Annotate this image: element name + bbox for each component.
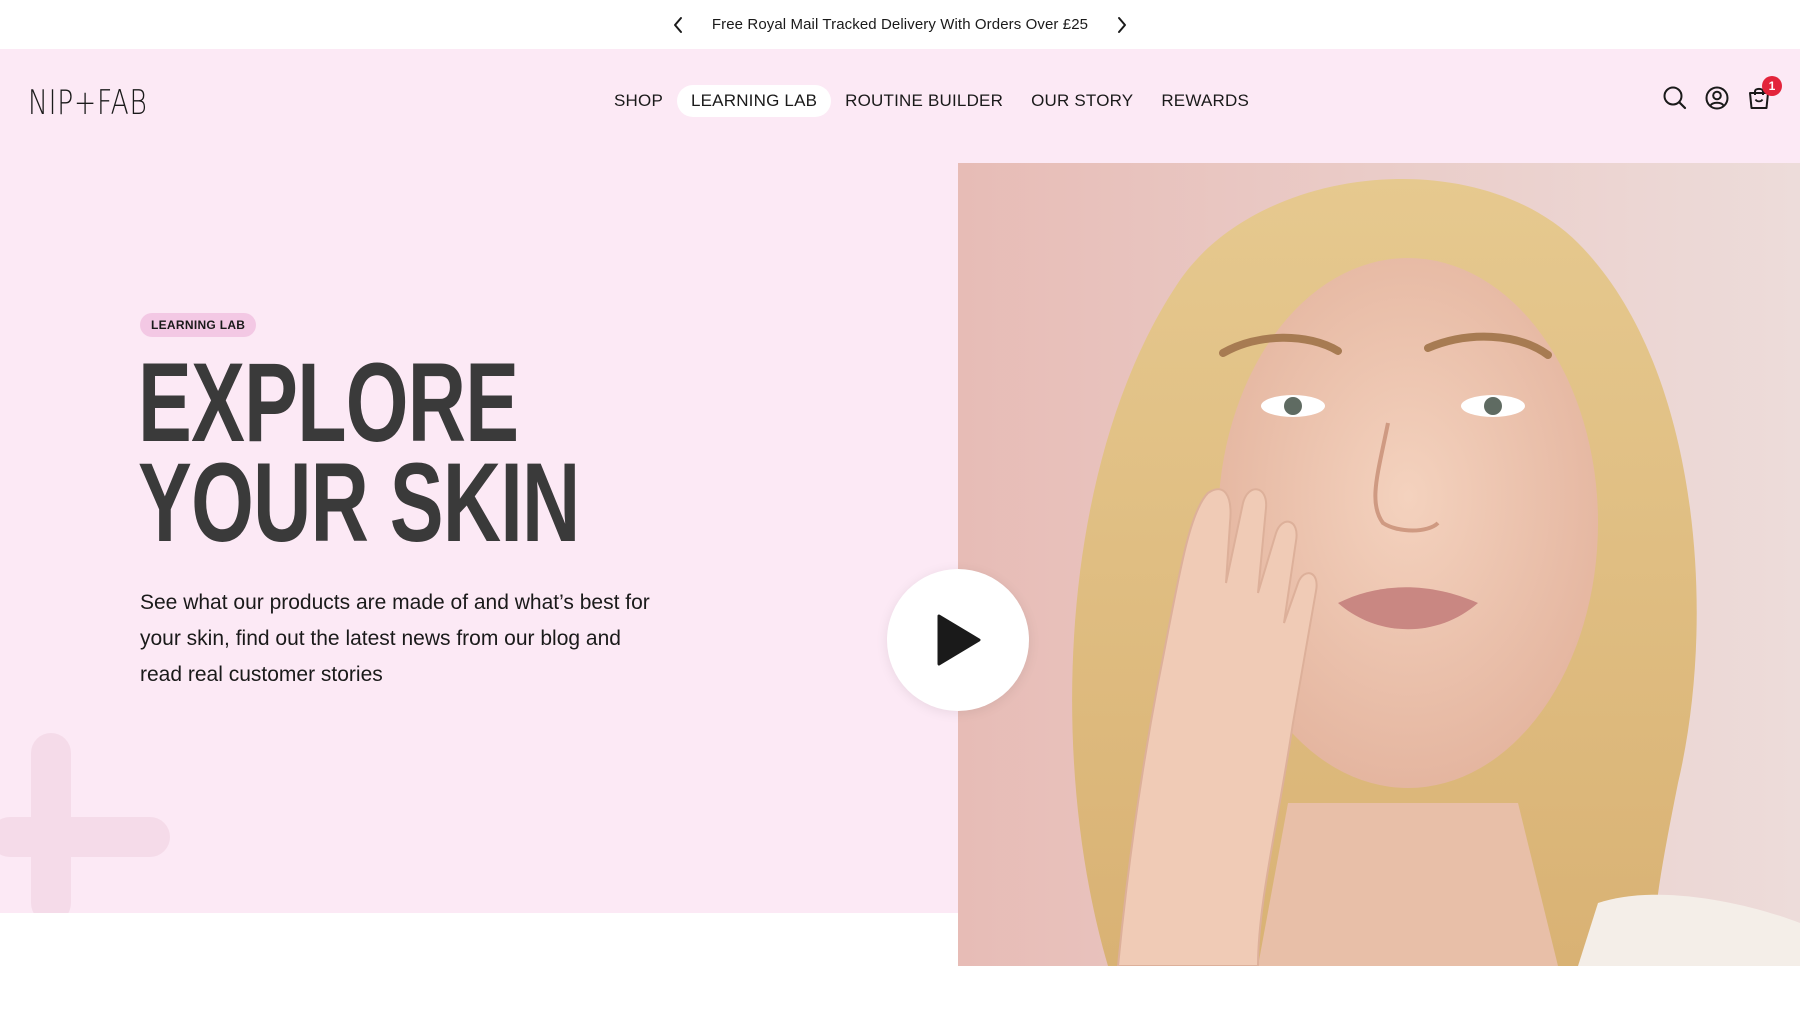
model-portrait-image: [958, 163, 1800, 966]
main-nav: SHOP LEARNING LAB ROUTINE BUILDER OUR ST…: [600, 85, 1263, 117]
headline-line-1: EXPLORE: [138, 340, 519, 465]
cart-icon[interactable]: 1: [1746, 76, 1782, 109]
account-icon[interactable]: [1704, 85, 1729, 110]
nav-routine-builder[interactable]: ROUTINE BUILDER: [831, 85, 1017, 117]
nav-rewards[interactable]: REWARDS: [1147, 85, 1263, 117]
chevron-right-icon[interactable]: [1110, 13, 1134, 37]
nav-our-story[interactable]: OUR STORY: [1017, 85, 1147, 117]
hero-description: See what our products are made of and wh…: [140, 591, 650, 686]
hero-video-thumbnail[interactable]: [958, 163, 1800, 966]
section-tag: LEARNING LAB: [140, 313, 257, 337]
brand-logo[interactable]: NIP+FAB: [28, 83, 148, 123]
cart-count-badge: 1: [1762, 76, 1782, 96]
site-header: NIP+FAB SHOP LEARNING LAB ROUTINE BUILDE…: [0, 49, 1800, 163]
announcement-bar: Free Royal Mail Tracked Delivery With Or…: [0, 0, 1800, 49]
announcement-message: Free Royal Mail Tracked Delivery With Or…: [711, 16, 1089, 33]
play-icon: [937, 614, 981, 666]
nav-learning-lab[interactable]: LEARNING LAB: [676, 85, 832, 117]
play-video-button[interactable]: [887, 569, 1029, 711]
chevron-left-icon[interactable]: [666, 13, 690, 37]
headline-line-2: YOUR SKIN: [138, 440, 580, 565]
hero-headline: EXPLORE YOUR SKIN: [138, 340, 580, 565]
search-icon[interactable]: [1662, 85, 1687, 110]
hero-section: LEARNING LAB EXPLORE YOUR SKIN See what …: [0, 163, 958, 913]
header-actions: 1: [1662, 76, 1782, 110]
decorative-plus-shape: [0, 733, 170, 913]
nav-shop[interactable]: SHOP: [600, 85, 677, 117]
